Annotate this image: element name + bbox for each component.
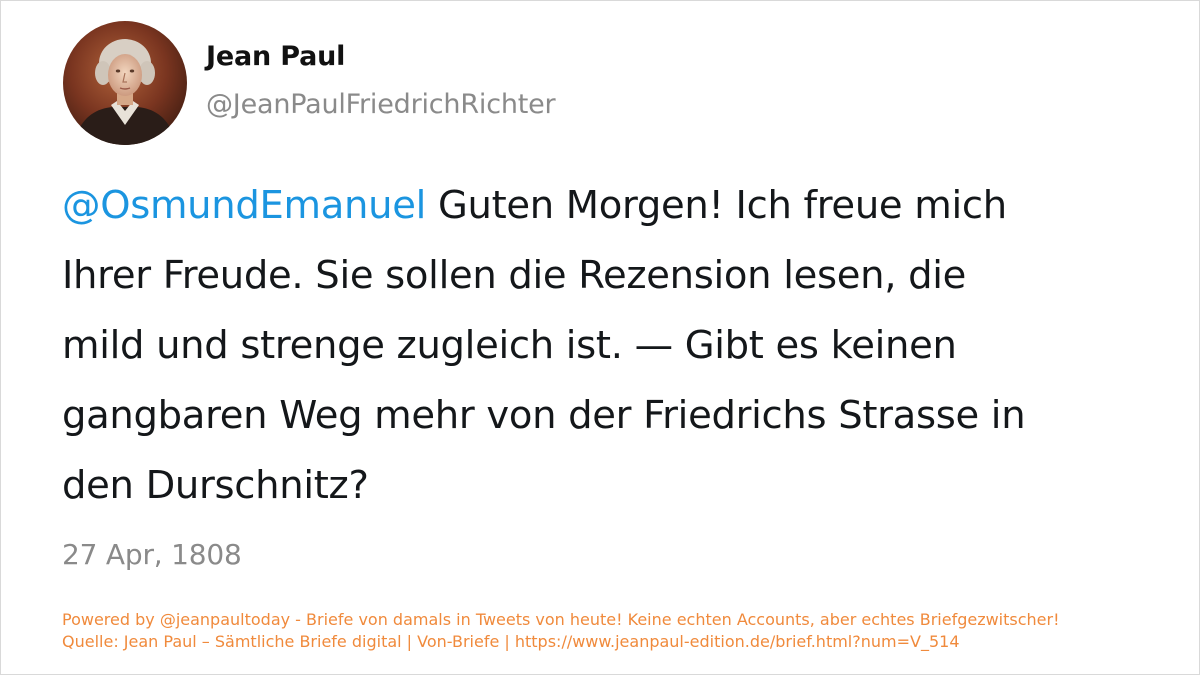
footer-powered-by: Powered by @jeanpaultoday - Briefe von d… bbox=[62, 610, 1060, 629]
tweet-line-1: @OsmundEmanuel Guten Morgen! Ich freue m… bbox=[62, 171, 1152, 241]
author-handle[interactable]: @JeanPaulFriedrichRichter bbox=[206, 89, 556, 120]
tweet-date[interactable]: 27 Apr, 1808 bbox=[62, 538, 242, 571]
portrait-avatar-image bbox=[63, 21, 187, 145]
tweet-line-3: mild und strenge zugleich ist. — Gibt es… bbox=[62, 323, 957, 368]
tweet-line-5: den Durschnitz? bbox=[62, 463, 369, 508]
tweet-body: @OsmundEmanuel Guten Morgen! Ich freue m… bbox=[62, 171, 1152, 521]
author-avatar[interactable] bbox=[63, 21, 187, 145]
footer: Powered by @jeanpaultoday - Briefe von d… bbox=[62, 609, 1060, 653]
tweet-line-1-text: Guten Morgen! Ich freue mich bbox=[426, 183, 1007, 228]
tweet-line-4: gangbaren Weg mehr von der Friedrichs St… bbox=[62, 393, 1026, 438]
author-display-name[interactable]: Jean Paul bbox=[206, 41, 345, 72]
footer-source[interactable]: Quelle: Jean Paul – Sämtliche Briefe dig… bbox=[62, 631, 1060, 653]
mention-link[interactable]: @OsmundEmanuel bbox=[62, 183, 426, 228]
tweet-card: Jean Paul @JeanPaulFriedrichRichter @Osm… bbox=[0, 0, 1200, 675]
tweet-line-2: Ihrer Freude. Sie sollen die Rezension l… bbox=[62, 253, 967, 298]
